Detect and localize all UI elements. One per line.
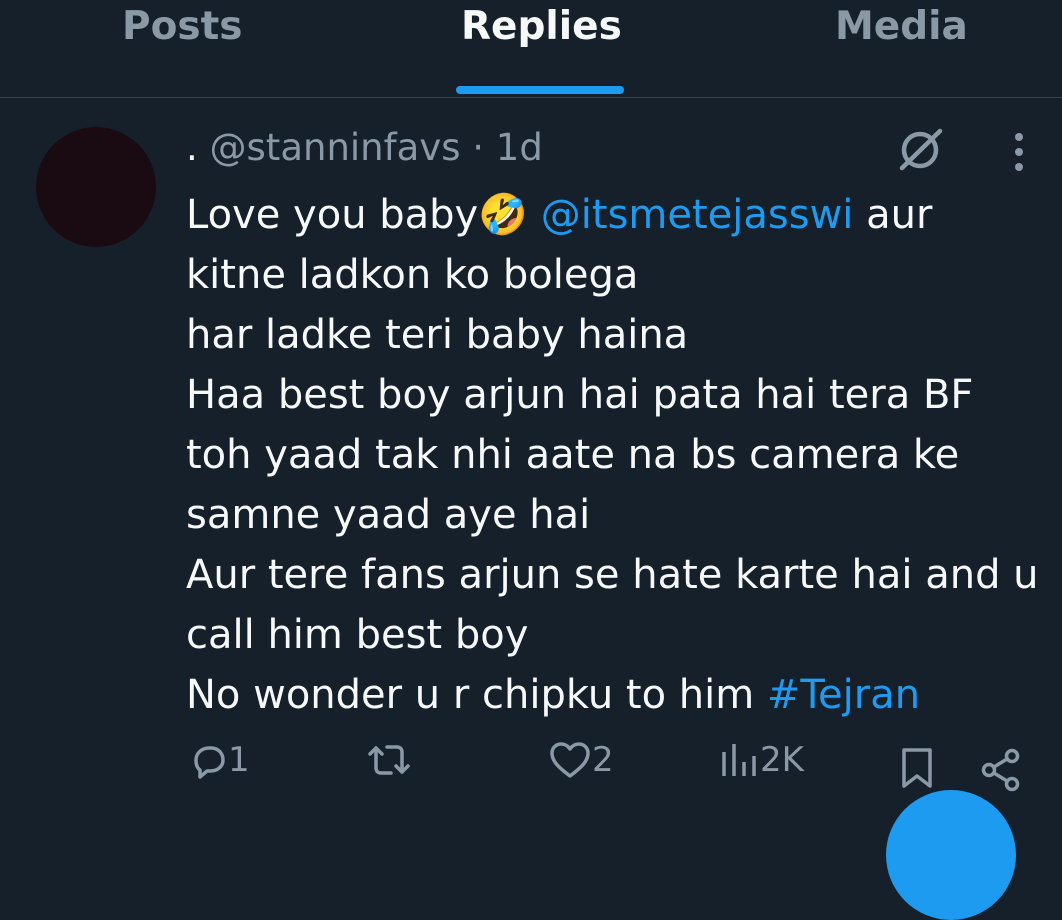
reply-count: 1 (228, 740, 250, 780)
display-name[interactable]: . (186, 126, 198, 169)
repost-button[interactable] (366, 740, 412, 780)
tweet-line: Love you baby🤣 @itsmetejasswi aur (186, 192, 933, 238)
tab-media[interactable]: Media (835, 4, 968, 49)
tweet-line: Haa best boy arjun hai pata hai tera BF (186, 372, 974, 418)
tweet-line: samne yaad aye hai (186, 492, 591, 538)
like-button[interactable]: 2 (548, 740, 614, 780)
tweet-line: kitne ladkon ko bolega (186, 252, 639, 298)
profile-tabs: Posts Replies Media (0, 0, 1062, 98)
mention-link[interactable]: @itsmetejasswi (541, 192, 854, 238)
views-button[interactable]: 2K (720, 740, 804, 780)
tab-posts[interactable]: Posts (122, 4, 242, 49)
tweet-actions: 1 2 2K (0, 740, 1062, 800)
separator: · (472, 126, 485, 169)
heart-icon (550, 742, 590, 778)
reply-icon (194, 746, 225, 779)
like-count: 2 (592, 740, 614, 780)
timestamp[interactable]: 1d (496, 126, 543, 169)
tweet-line: Aur tere fans arjun se hate karte hai an… (186, 552, 1039, 598)
active-tab-indicator (456, 86, 624, 94)
tweet-line: toh yaad tak nhi aate na bs camera ke (186, 432, 960, 478)
reply-button[interactable]: 1 (188, 740, 250, 780)
more-options-icon[interactable] (1004, 128, 1034, 176)
tweet-line: No wonder u r chipku to him #Tejran (186, 672, 921, 718)
view-count: 2K (760, 740, 804, 780)
tweet-line: har ladke teri baby haina (186, 312, 689, 358)
share-icon[interactable] (980, 748, 1024, 792)
avatar[interactable] (36, 127, 156, 247)
tweet-header: . @stanninfavs · 1d (186, 126, 543, 169)
tweet-line: call him best boy (186, 612, 529, 658)
rofl-emoji: 🤣 (478, 192, 529, 238)
tweet-text: Love you baby🤣 @itsmetejasswi aur kitne … (186, 185, 1039, 725)
views-icon (722, 744, 756, 776)
tab-replies[interactable]: Replies (461, 4, 622, 49)
handle[interactable]: @stanninfavs (210, 126, 461, 169)
hashtag-link[interactable]: #Tejran (767, 672, 920, 718)
repost-icon (368, 745, 410, 775)
bookmark-icon[interactable] (900, 746, 934, 790)
grok-icon[interactable] (896, 126, 946, 172)
